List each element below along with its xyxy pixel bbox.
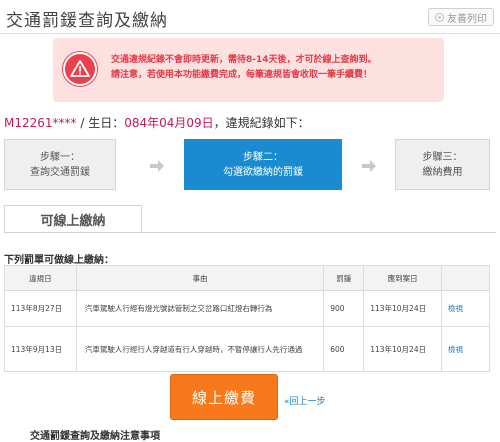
fine-amount: 600 <box>323 326 365 372</box>
violation-date: 113年8月27日 <box>4 290 77 327</box>
tab-online-payable[interactable]: 可線上繳納 <box>4 205 142 233</box>
view-link[interactable]: 檢視 <box>448 304 463 313</box>
column-header-reason: 事由 <box>75 265 325 291</box>
alert-text: 交通違規紀錄不會即時更新，需待8-14天後，才可於線上查詢到。 請注意，若使用本… <box>111 53 441 83</box>
identity-separator: / <box>76 116 89 130</box>
fines-table: 違規日 事由 罰鍰 應到案日 113年8月27日 汽車駕駛人行經有燈光號誌管制之… <box>4 265 490 372</box>
title-bar: 交通罰鍰查詢及繳納 友善列印 <box>0 0 500 34</box>
action-cell: 檢視 <box>441 326 490 372</box>
due-date: 113年10月24日 <box>363 326 443 372</box>
alert-line-2: 請注意，若使用本功能繳費完成，每筆違規皆會收取一筆手續費！ <box>111 70 373 80</box>
print-button[interactable]: 友善列印 <box>428 8 494 26</box>
view-link[interactable]: 檢視 <box>448 345 463 354</box>
table-row: 113年9月13日 汽車駕駛人行經行人穿越道有行人穿越時，不暫停讓行人先行通過 … <box>4 326 490 372</box>
identity-line: M12261**** / 生日：084年04月09日，違規紀錄如下： <box>4 114 310 131</box>
step-1-title: 步驟一： <box>40 151 80 163</box>
arrow-right-icon <box>362 157 376 172</box>
online-pay-button[interactable]: 線上繳費 <box>170 374 278 420</box>
violation-reason: 汽車駕駛人行經行人穿越道有行人穿越時，不暫停讓行人先行通過 <box>75 326 325 372</box>
table-row: 113年8月27日 汽車駕駛人行經有燈光號誌管制之交岔路口紅燈右轉行為 900 … <box>4 290 490 327</box>
back-link[interactable]: «回上一步 <box>284 394 326 407</box>
due-date: 113年10月24日 <box>363 290 443 327</box>
alert-box: 交通違規紀錄不會即時更新，需待8-14天後，才可於線上查詢到。 請注意，若使用本… <box>53 38 444 102</box>
column-header-due: 應到案日 <box>363 265 443 291</box>
column-header-date: 違規日 <box>4 265 77 291</box>
step-3: 步驟三： 繳納費用 <box>395 139 490 190</box>
warning-icon <box>63 52 97 86</box>
step-2: 步驟二： 勾選欲繳納的罰鍰 <box>184 139 342 190</box>
column-header-amount: 罰鍰 <box>323 265 365 291</box>
step-3-label: 繳納費用 <box>422 166 463 178</box>
identity-suffix: ，違規紀錄如下： <box>213 116 310 130</box>
step-2-title: 步驟二： <box>243 151 283 163</box>
page-title: 交通罰鍰查詢及繳納 <box>6 11 168 31</box>
birth-label: 生日： <box>88 116 125 130</box>
arrow-right-icon <box>150 157 164 172</box>
tab-divider <box>4 232 496 233</box>
violation-reason: 汽車駕駛人行經有燈光號誌管制之交岔路口紅燈右轉行為 <box>75 290 325 327</box>
violation-date: 113年9月13日 <box>4 326 77 372</box>
plate-number: M12261**** <box>4 116 77 130</box>
fine-amount: 900 <box>323 290 365 327</box>
notes-title: 交通罰鍰查詢及繳納注意事項 <box>30 431 160 442</box>
table-header-row: 違規日 事由 罰鍰 應到案日 <box>4 265 490 291</box>
step-1-label: 查詢交通罰鍰 <box>30 166 90 178</box>
list-heading: 下列罰單可做線上繳納： <box>4 255 114 266</box>
alert-line-1: 交通違規紀錄不會即時更新，需待8-14天後，才可於線上查詢到。 <box>111 55 377 65</box>
step-3-title: 步驟三： <box>422 151 463 163</box>
print-icon <box>435 12 444 22</box>
step-2-label: 勾選欲繳納的罰鍰 <box>223 166 303 178</box>
action-cell: 檢視 <box>441 290 490 327</box>
birth-value: 084年04月09日 <box>124 116 214 130</box>
step-1: 步驟一： 查詢交通罰鍰 <box>4 139 116 190</box>
column-header-action <box>441 265 490 291</box>
print-label: 友善列印 <box>447 13 487 25</box>
